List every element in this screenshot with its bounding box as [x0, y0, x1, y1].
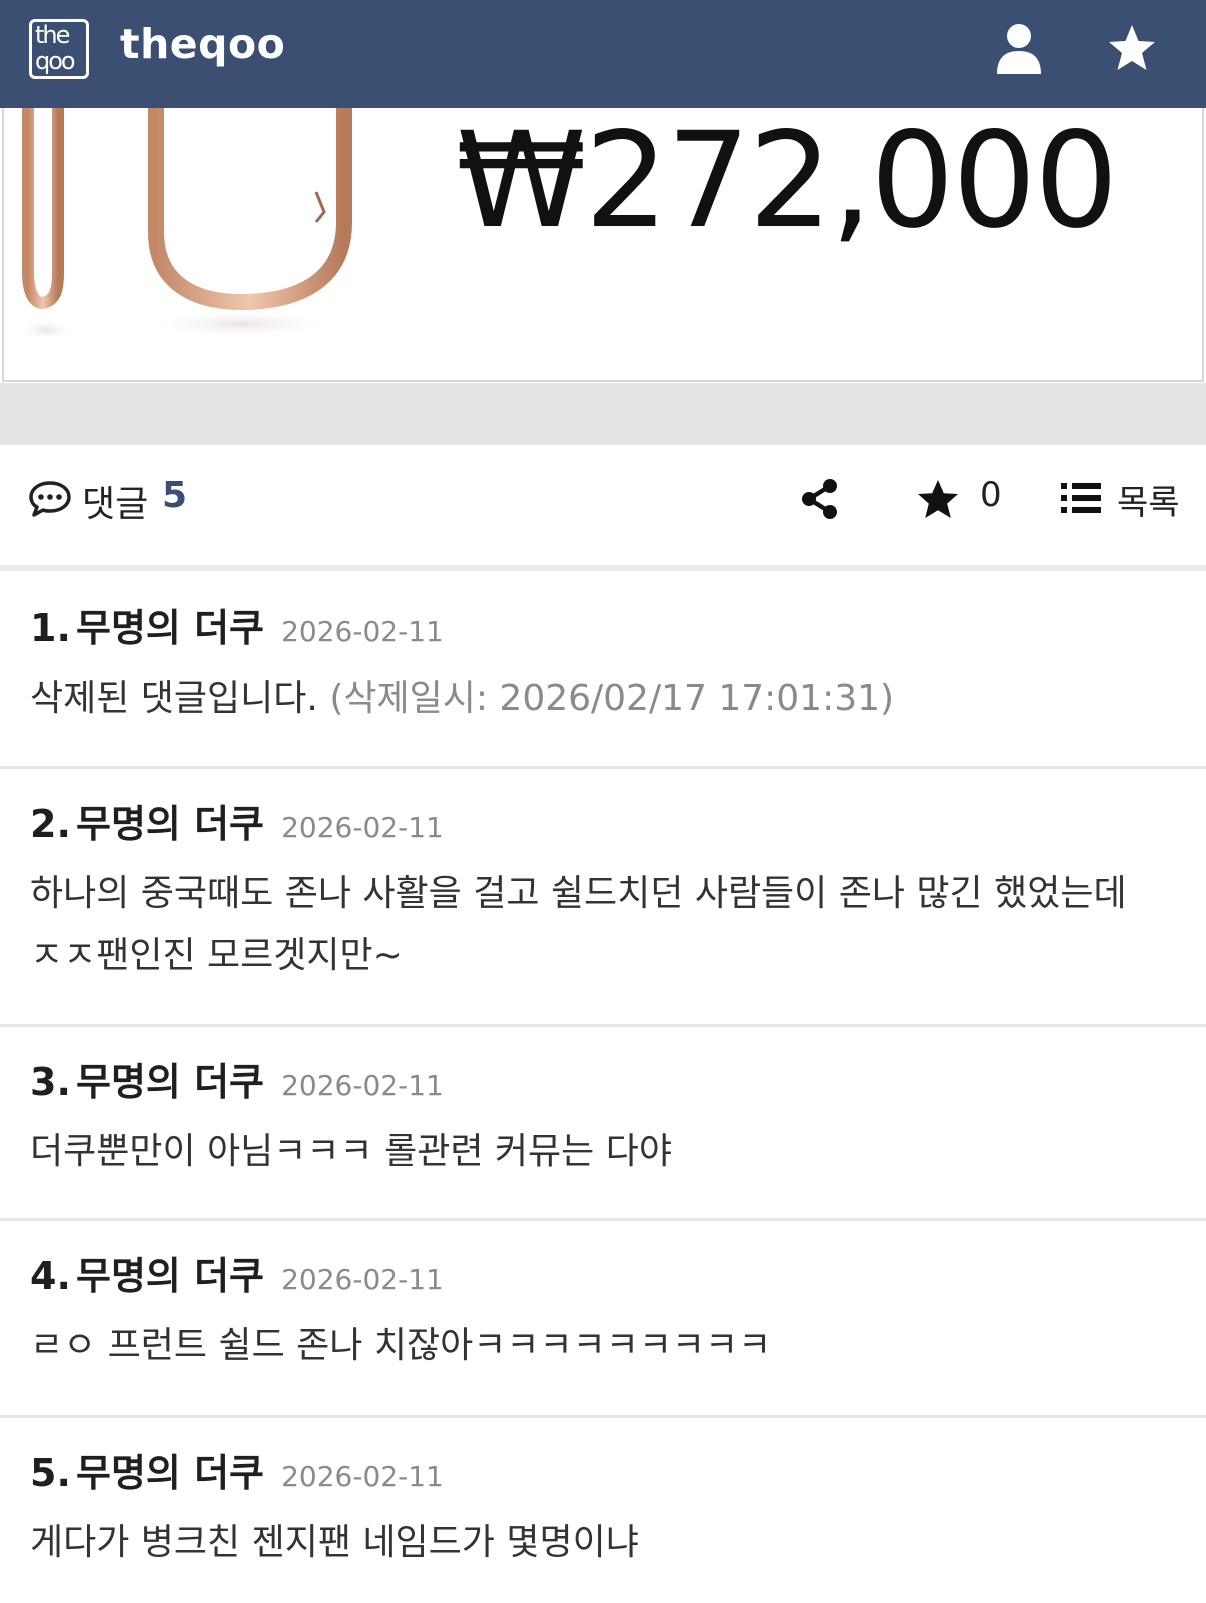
comment-author[interactable]: 무명의 더쿠: [76, 802, 264, 846]
comment-author[interactable]: 무명의 더쿠: [76, 1451, 264, 1495]
comment-body: 게다가 병크친 젠지팬 네임드가 몇명이냐: [30, 1522, 639, 1563]
logo-line-1: the: [35, 21, 70, 49]
comment-deleted-note: (삭제일시: 2026/02/17 17:01:31): [329, 678, 895, 719]
comment-date: 2026-02-11: [281, 811, 444, 844]
section-divider: [0, 383, 1206, 445]
comment-number: 1.: [30, 606, 71, 650]
comment-text: 삭제된 댓글입니다.: [30, 678, 318, 719]
comment-header: 1. 무명의 더쿠 2026-02-11: [30, 597, 444, 652]
comment-number: 4.: [30, 1254, 71, 1298]
comment-body: 더쿠뿐만이 아님ㅋㅋㅋ 롤관련 커뮤는 다야: [30, 1131, 672, 1172]
logo-line-2: qoo: [35, 47, 76, 75]
comment-body: 하나의 중국때도 존나 사활을 걸고 쉴드치던 사람들이 존나 많긴 했었는데 …: [30, 873, 1127, 976]
comment-count: 5: [162, 475, 188, 516]
site-title[interactable]: theqoo: [120, 20, 285, 68]
comment-author[interactable]: 무명의 더쿠: [76, 1060, 264, 1104]
comment-date: 2026-02-11: [281, 1460, 444, 1493]
comment-header: 4. 무명의 더쿠 2026-02-11: [30, 1245, 444, 1300]
comment-header: 2. 무명의 더쿠 2026-02-11: [30, 793, 444, 848]
comment-number: 2.: [30, 802, 71, 846]
comment-item: 5. 무명의 더쿠 2026-02-11 게다가 병크친 젠지팬 네임드가 몇명…: [0, 1418, 1206, 1603]
star-icon[interactable]: [916, 478, 960, 520]
product-card[interactable]: ₩272,000: [2, 60, 1204, 382]
comment-item: 4. 무명의 더쿠 2026-02-11 ㄹㅇ 프런트 쉴드 존나 치잖아ㅋㅋㅋ…: [0, 1221, 1206, 1418]
comment-bubble-icon: [29, 481, 71, 517]
comment-number: 3.: [30, 1060, 71, 1104]
product-price: ₩272,000: [456, 104, 1118, 258]
comment-author[interactable]: 무명의 더쿠: [76, 606, 264, 650]
post-action-bar: 댓글 5 0 목록: [0, 445, 1206, 565]
comment-date: 2026-02-11: [281, 615, 444, 648]
comment-body: 삭제된 댓글입니다. (삭제일시: 2026/02/17 17:01:31): [30, 668, 1154, 730]
comment-body: ㄹㅇ 프런트 쉴드 존나 치잖아ㅋㅋㅋㅋㅋㅋㅋㅋㅋ: [30, 1325, 772, 1366]
star-count: 0: [980, 475, 1002, 515]
comment-date: 2026-02-11: [281, 1069, 444, 1102]
top-navigation-bar: the qoo theqoo: [0, 0, 1206, 108]
comment-item: 1. 무명의 더쿠 2026-02-11 삭제된 댓글입니다. (삭제일시: 2…: [0, 571, 1206, 769]
list-button-label[interactable]: 목록: [1117, 475, 1180, 524]
user-icon[interactable]: [994, 22, 1044, 76]
comment-author[interactable]: 무명의 더쿠: [76, 1254, 264, 1298]
comment-header: 3. 무명의 더쿠 2026-02-11: [30, 1051, 444, 1106]
comment-label: 댓글: [82, 484, 149, 525]
comment-list: 1. 무명의 더쿠 2026-02-11 삭제된 댓글입니다. (삭제일시: 2…: [0, 571, 1206, 1603]
comment-date: 2026-02-11: [281, 1263, 444, 1296]
bookmark-star-icon[interactable]: [1107, 22, 1157, 76]
comment-header: 5. 무명의 더쿠 2026-02-11: [30, 1442, 444, 1497]
site-logo[interactable]: the qoo: [29, 19, 89, 79]
list-icon[interactable]: [1061, 481, 1101, 515]
comment-item: 3. 무명의 더쿠 2026-02-11 더쿠뿐만이 아님ㅋㅋㅋ 롤관련 커뮤는…: [0, 1027, 1206, 1221]
share-icon[interactable]: [800, 478, 840, 520]
comment-number: 5.: [30, 1451, 71, 1495]
comment-item: 2. 무명의 더쿠 2026-02-11 하나의 중국때도 존나 사활을 걸고 …: [0, 769, 1206, 1027]
